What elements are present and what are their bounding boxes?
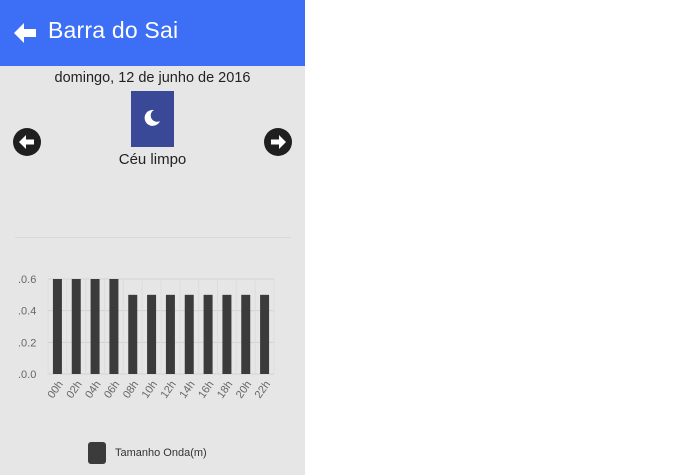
x-tick-label: 12h xyxy=(159,379,179,401)
x-tick-label: 00h xyxy=(46,379,66,401)
bar xyxy=(128,294,138,374)
x-tick-label: 16h xyxy=(196,379,216,401)
weather-icon xyxy=(131,91,174,147)
weather-condition: Céu limpo xyxy=(118,151,187,168)
y-tick-label: .0.4 xyxy=(18,306,36,318)
x-tick-label: 08h xyxy=(121,379,141,401)
forecast-date: domingo, 12 de junho de 2016 xyxy=(54,70,251,86)
app-bar: Barra do Sai xyxy=(0,0,305,66)
x-tick-label: 14h xyxy=(177,379,197,401)
arrow-left-icon xyxy=(14,23,36,43)
app-screen: Barra do Sai domingo, 12 de junho de 201… xyxy=(0,0,305,475)
wave-height-chart: .0.0 .0.2 .0.4 .0.6 00h02h04h06h08h10h12h14h… xyxy=(18,274,275,401)
bar xyxy=(147,294,157,374)
moon-icon xyxy=(144,109,160,126)
y-tick-label: .0.2 xyxy=(18,337,36,349)
x-tick-label: 18h xyxy=(215,379,235,401)
page-title: Barra do Sai xyxy=(48,17,179,43)
bar xyxy=(165,294,175,374)
x-tick-label: 02h xyxy=(64,379,84,401)
x-tick-label: 10h xyxy=(140,379,160,401)
bar xyxy=(203,294,213,374)
x-tick-label: 06h xyxy=(102,379,122,401)
divider xyxy=(15,237,291,238)
bar xyxy=(109,279,119,374)
bar xyxy=(260,294,270,374)
y-tick-label: .0.0 xyxy=(18,369,36,381)
x-tick-label: 04h xyxy=(83,379,103,401)
legend-swatch xyxy=(88,442,106,464)
bar xyxy=(184,294,194,374)
bar xyxy=(71,279,81,374)
bar xyxy=(241,294,251,374)
bar xyxy=(90,279,100,374)
y-tick-label: .0.6 xyxy=(18,274,36,286)
legend-label: Tamanho Onda(m) xyxy=(115,447,207,459)
chart-legend: Tamanho Onda(m) xyxy=(88,441,207,465)
back-button[interactable] xyxy=(12,20,38,46)
x-tick-label: 22h xyxy=(253,379,273,401)
bar xyxy=(52,279,62,374)
x-tick-label: 20h xyxy=(234,379,254,401)
bar xyxy=(222,294,232,374)
